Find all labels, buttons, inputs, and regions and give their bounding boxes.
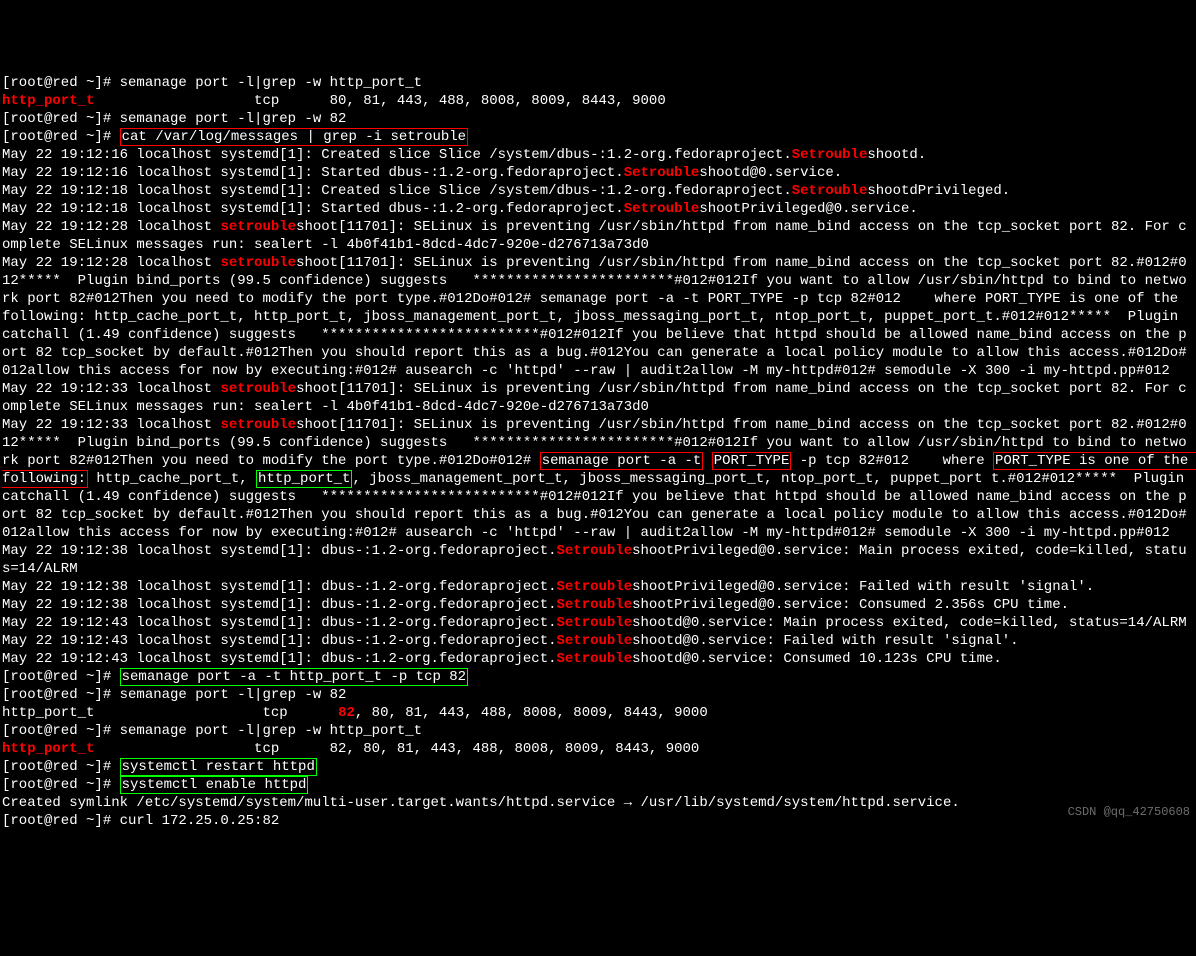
- log-line: -p tcp 82#012 where: [791, 453, 993, 469]
- log-line: May 22 19:12:38 localhost systemd[1]: db…: [2, 543, 557, 559]
- log-line: shootd.: [867, 147, 926, 163]
- log-line: May 22 19:12:16 localhost systemd[1]: St…: [2, 165, 624, 181]
- log-line: shootd@0.service: Main process exited, c…: [632, 615, 1187, 631]
- terminal-line: [root@red ~]# curl 172.25.0.25:82: [2, 813, 279, 829]
- port-list-line: , 80, 81, 443, 488, 8008, 8009, 8443, 90…: [355, 705, 708, 721]
- match-text: setrouble: [220, 381, 296, 397]
- log-line: http_cache_port_t,: [88, 471, 256, 487]
- match-text: Setrouble: [557, 651, 633, 667]
- highlighted-command: systemctl restart httpd: [120, 758, 317, 776]
- match-text: setrouble: [220, 255, 296, 271]
- match-text: Setrouble: [557, 543, 633, 559]
- log-line: May 22 19:12:33 localhost: [2, 381, 220, 397]
- match-82: 82: [338, 705, 355, 721]
- match-text: Setrouble: [624, 201, 700, 217]
- terminal-line: [root@red ~]# semanage port -l|grep -w h…: [2, 723, 422, 739]
- log-line: shootd@0.service.: [699, 165, 842, 181]
- highlighted-command: cat /var/log/messages | grep -i setroubl…: [120, 128, 468, 146]
- log-line: May 22 19:12:18 localhost systemd[1]: St…: [2, 201, 624, 217]
- log-line: shootd@0.service: Consumed 10.123s CPU t…: [632, 651, 1002, 667]
- log-line: May 22 19:12:43 localhost systemd[1]: db…: [2, 615, 557, 631]
- log-line: May 22 19:12:16 localhost systemd[1]: Cr…: [2, 147, 792, 163]
- prompt: [root@red ~]#: [2, 129, 120, 145]
- match-text: setrouble: [220, 417, 296, 433]
- prompt: [root@red ~]#: [2, 777, 120, 793]
- highlighted-semanage-cmd: semanage port -a -t: [540, 452, 704, 470]
- log-line: shootdPrivileged.: [867, 183, 1010, 199]
- terminal-line: [root@red ~]# semanage port -l|grep -w 8…: [2, 687, 346, 703]
- match-text: Setrouble: [557, 633, 633, 649]
- prompt: [root@red ~]#: [2, 759, 120, 775]
- log-line: May 22 19:12:28 localhost: [2, 219, 220, 235]
- watermark: CSDN @qq_42750608: [1068, 803, 1190, 821]
- terminal-line: Created symlink /etc/systemd/system/mult…: [2, 795, 960, 811]
- port-list-line: http_port_t tcp: [2, 705, 338, 721]
- log-line: shootPrivileged@0.service.: [699, 201, 917, 217]
- match-text: Setrouble: [792, 147, 868, 163]
- highlighted-http-port: http_port_t: [256, 470, 352, 488]
- log-line: May 22 19:12:33 localhost: [2, 417, 220, 433]
- port-list: tcp 82, 80, 81, 443, 488, 8008, 8009, 84…: [94, 741, 699, 757]
- match-text: Setrouble: [557, 579, 633, 595]
- log-line: shootPrivileged@0.service: Failed with r…: [632, 579, 1094, 595]
- log-line: May 22 19:12:38 localhost systemd[1]: db…: [2, 597, 557, 613]
- match-text: Setrouble: [557, 615, 633, 631]
- highlighted-command: systemctl enable httpd: [120, 776, 309, 794]
- terminal-line: [root@red ~]# semanage port -l|grep -w h…: [2, 75, 422, 91]
- log-line: May 22 19:12:38 localhost systemd[1]: db…: [2, 579, 557, 595]
- prompt: [root@red ~]#: [2, 669, 120, 685]
- match-text: Setrouble: [624, 165, 700, 181]
- port-type-label: http_port_t: [2, 741, 94, 757]
- match-text: Setrouble: [792, 183, 868, 199]
- port-type-label: http_port_t: [2, 93, 94, 109]
- highlighted-port-type: PORT_TYPE: [712, 452, 792, 470]
- log-line: shootPrivileged@0.service: Consumed 2.35…: [632, 597, 1069, 613]
- log-line: May 22 19:12:28 localhost: [2, 255, 220, 271]
- port-list: tcp 80, 81, 443, 488, 8008, 8009, 8443, …: [94, 93, 665, 109]
- log-line: shootd@0.service: Failed with result 'si…: [632, 633, 1018, 649]
- log-line: May 22 19:12:43 localhost systemd[1]: db…: [2, 633, 557, 649]
- terminal-line: [root@red ~]# semanage port -l|grep -w 8…: [2, 111, 346, 127]
- log-line: May 22 19:12:43 localhost systemd[1]: db…: [2, 651, 557, 667]
- log-line: May 22 19:12:18 localhost systemd[1]: Cr…: [2, 183, 792, 199]
- log-line: shoot[11701]: SELinux is preventing /usr…: [2, 255, 1187, 379]
- highlighted-command: semanage port -a -t http_port_t -p tcp 8…: [120, 668, 468, 686]
- terminal-output[interactable]: [root@red ~]# semanage port -l|grep -w h…: [2, 74, 1194, 830]
- match-text: Setrouble: [557, 597, 633, 613]
- match-text: setrouble: [220, 219, 296, 235]
